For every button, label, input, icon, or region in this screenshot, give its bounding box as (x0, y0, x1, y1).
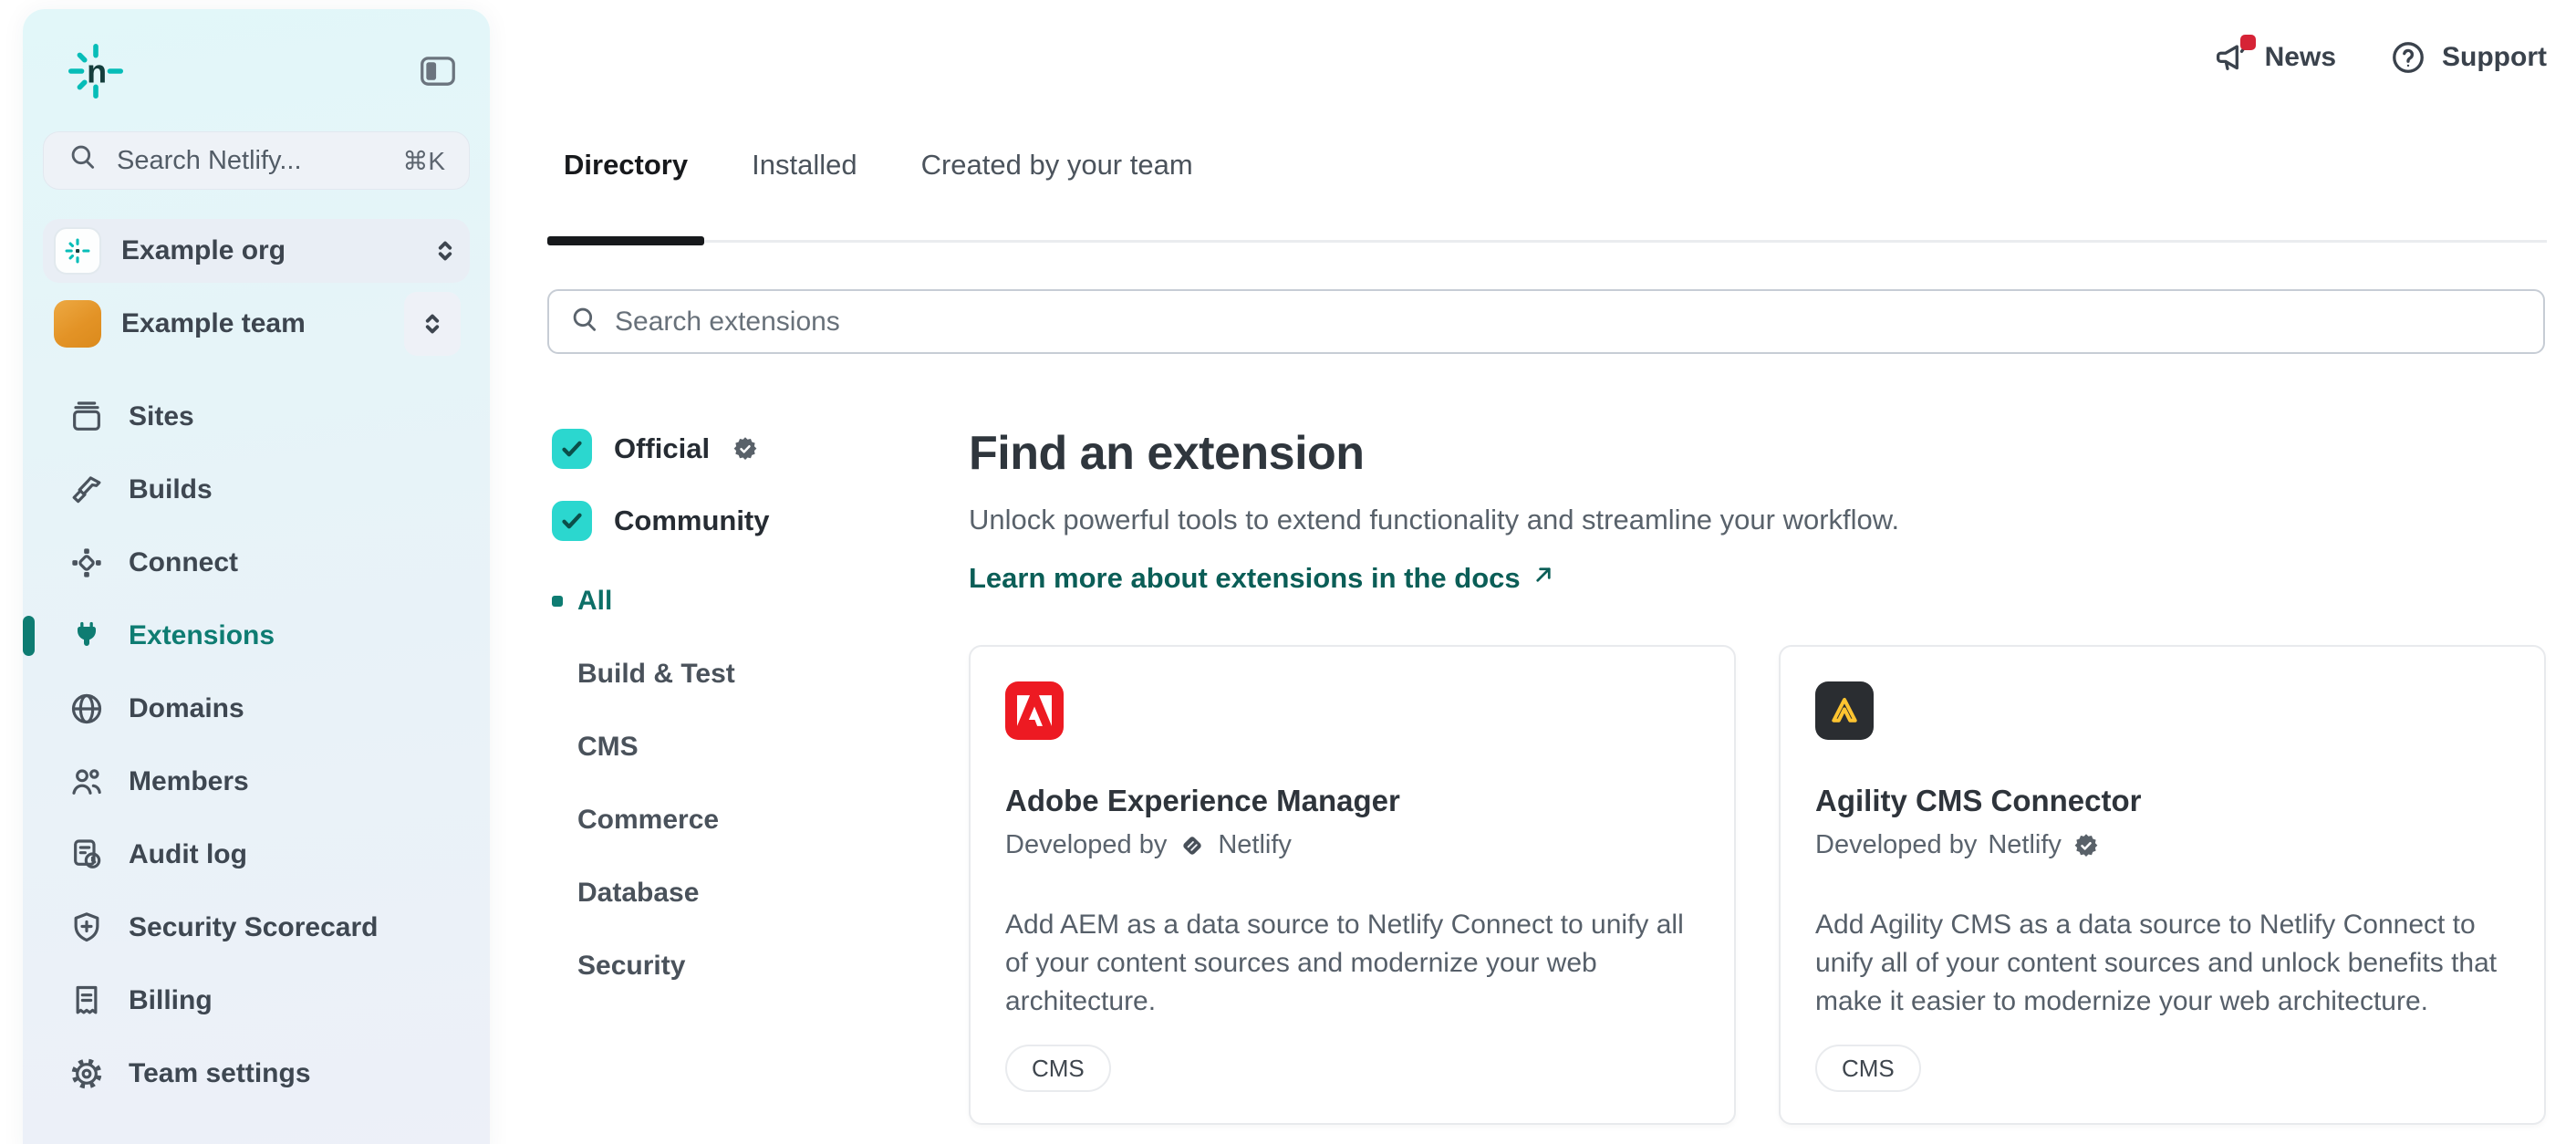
search-icon (569, 304, 600, 339)
tag-cms: CMS (1005, 1045, 1111, 1092)
extensions-search-input[interactable] (615, 307, 2523, 338)
category-commerce[interactable]: Commerce (552, 800, 944, 840)
category-database[interactable]: Database (552, 873, 944, 913)
extension-tags: CMS (1815, 1045, 1921, 1092)
org-switcher[interactable]: Example org (43, 219, 470, 283)
sidebar-item-domains[interactable]: Domains (23, 672, 490, 745)
org-name: Example org (121, 235, 286, 266)
extensions-search (547, 289, 2545, 354)
main-content: Directory Installed Created by your team O… (547, 0, 2547, 1144)
category-security[interactable]: Security (552, 946, 944, 986)
sidebar-item-team-settings[interactable]: Team settings (23, 1037, 490, 1110)
extension-title: Adobe Experience Manager (1005, 784, 1699, 818)
extension-title: Agility CMS Connector (1815, 784, 2509, 818)
category-filters: All Build & Test CMS Commerce Database Securi… (552, 581, 944, 986)
sidebar-item-sites[interactable]: Sites (23, 380, 490, 453)
sidebar-item-connect[interactable]: Connect (23, 526, 490, 599)
extension-cards: Adobe Experience Manager Developed by Ne… (969, 645, 2546, 1125)
sites-icon (68, 399, 105, 435)
sidebar: n Search Netlify... ⌘K (23, 9, 490, 1144)
sidebar-item-builds[interactable]: Builds (23, 453, 490, 526)
filter-checkbox-official[interactable]: Official (552, 429, 944, 469)
tab-installed[interactable]: Installed (735, 149, 873, 240)
developer-name: Netlify (1988, 830, 2062, 860)
filter-checkbox-community[interactable]: Community (552, 501, 944, 541)
netlify-logo-icon: n (67, 42, 125, 100)
sidebar-collapse-button[interactable] (417, 50, 459, 92)
adobe-logo-icon (1005, 681, 1064, 740)
netlify-mark-icon (1178, 831, 1207, 860)
audit-log-icon (68, 837, 105, 873)
security-scorecard-icon (68, 910, 105, 946)
page-subtitle: Unlock powerful tools to extend function… (969, 504, 1899, 536)
sidebar-item-billing[interactable]: Billing (23, 964, 490, 1037)
extension-description: Add Agility CMS as a data source to Netl… (1815, 906, 2509, 1021)
extension-description: Add AEM as a data source to Netlify Conn… (1005, 906, 1699, 1021)
team-avatar (54, 300, 101, 348)
svg-text:n: n (87, 52, 107, 89)
sidebar-toggle-icon (417, 50, 459, 92)
team-switcher[interactable]: Example team (43, 292, 470, 356)
category-all[interactable]: All (552, 581, 944, 621)
global-search-input[interactable]: Search Netlify... ⌘K (43, 131, 470, 190)
sidebar-item-extensions[interactable]: Extensions (23, 599, 490, 672)
team-settings-icon (68, 1056, 105, 1092)
chevron-up-down-icon[interactable] (404, 292, 461, 356)
checkbox-checked[interactable] (552, 501, 592, 541)
page-title: Find an extension (969, 426, 1365, 481)
extension-tags: CMS (1005, 1045, 1111, 1092)
developer-row: Developed by Netlify (1005, 830, 1699, 860)
extensions-icon (68, 618, 105, 654)
builds-icon (68, 472, 105, 508)
sidebar-item-audit-log[interactable]: Audit log (23, 818, 490, 891)
docs-link[interactable]: Learn more about extensions in the docs (969, 561, 1557, 596)
developer-row: Developed by Netlify (1815, 830, 2509, 860)
checkbox-checked[interactable] (552, 429, 592, 469)
sidebar-nav: Sites Builds Connect Extensions Domains … (23, 380, 490, 1110)
sidebar-header: n (23, 9, 490, 100)
arrow-up-right-icon (1530, 561, 1557, 596)
tab-directory[interactable]: Directory (547, 149, 704, 240)
source-filters: Official Community (552, 429, 944, 541)
tab-created-by-your-team[interactable]: Created by your team (905, 149, 1210, 240)
sidebar-item-members[interactable]: Members (23, 745, 490, 818)
members-icon (68, 764, 105, 800)
verified-badge-icon (2072, 832, 2100, 859)
domains-icon (68, 691, 105, 727)
category-cms[interactable]: CMS (552, 727, 944, 767)
tag-cms: CMS (1815, 1045, 1921, 1092)
extension-card-adobe[interactable]: Adobe Experience Manager Developed by Ne… (969, 645, 1736, 1125)
filters-panel: Official Community (552, 429, 944, 1019)
team-name: Example team (121, 308, 306, 339)
developer-name: Netlify (1218, 830, 1292, 860)
agility-logo-icon (1815, 681, 1874, 740)
search-icon (68, 141, 99, 180)
chevron-up-down-icon (430, 235, 461, 266)
extension-card-agility[interactable]: Agility CMS Connector Developed by Netli… (1779, 645, 2546, 1125)
billing-icon (68, 983, 105, 1019)
global-search-placeholder: Search Netlify... (117, 146, 302, 176)
category-build-test[interactable]: Build & Test (552, 654, 944, 694)
netlify-extensions-page: n Search Netlify... ⌘K (0, 0, 2576, 1144)
verified-badge-icon (732, 435, 759, 463)
org-avatar (54, 227, 101, 275)
keyboard-shortcut: ⌘K (402, 146, 445, 176)
tab-bar: Directory Installed Created by your team (547, 0, 2547, 243)
connect-icon (68, 545, 105, 581)
sidebar-item-security-scorecard[interactable]: Security Scorecard (23, 891, 490, 964)
